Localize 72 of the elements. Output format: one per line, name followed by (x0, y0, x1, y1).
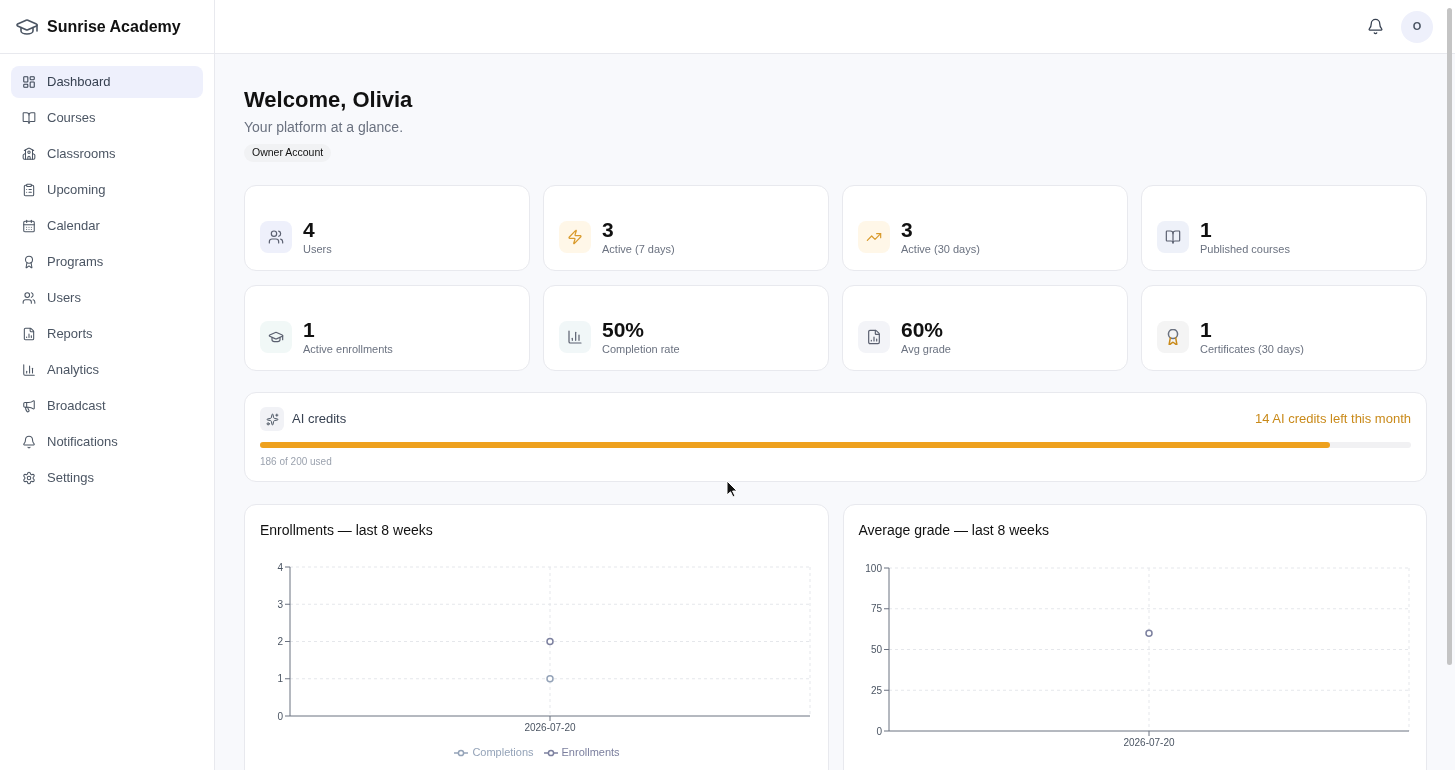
data-point (546, 637, 554, 646)
axis-tick-label: 75 (870, 603, 882, 615)
axis-tick-label: 0 (875, 725, 882, 737)
page-title: Welcome, Olivia (244, 86, 414, 114)
data-point (1144, 629, 1153, 638)
award-ribbon-icon (22, 255, 36, 269)
axis-date-label: 2026-07-20 (524, 722, 576, 734)
stat-label: Certificates (30 days) (1200, 342, 1304, 357)
stat-value: 60% (901, 318, 945, 343)
book-icon (22, 111, 36, 125)
axis-tick-label: 3 (277, 598, 283, 610)
dashboard-grid-icon (22, 75, 36, 89)
bell-icon (1366, 18, 1384, 35)
chart-title: Average grade — last 8 weeks (858, 521, 1050, 541)
nav-item[interactable]: Dashboard (11, 66, 203, 98)
axis-date-label: 2026-07-20 (1122, 737, 1175, 749)
nav-item[interactable]: Settings (11, 462, 203, 494)
stat-label: Completion rate (602, 342, 680, 357)
credits-remaining: 14 AI credits left this month (1254, 410, 1411, 429)
bell-icon (22, 435, 36, 449)
sparkles-icon (260, 407, 284, 432)
data-point (546, 675, 554, 683)
nav-item[interactable]: Upcoming (11, 174, 203, 206)
nav-item[interactable]: Users (11, 282, 203, 314)
settings-icon (22, 471, 36, 485)
axis-tick-label: 4 (277, 561, 283, 573)
axis-tick-label: 50 (870, 644, 882, 656)
megaphone-icon (22, 399, 36, 413)
axis-tick-label: 1 (277, 673, 283, 685)
file-chart-icon (22, 327, 36, 341)
account-badge: Owner Account (244, 144, 332, 162)
nav-item[interactable]: Analytics (11, 354, 203, 386)
stat-value: 3 (602, 218, 615, 243)
stat-label: Active (7 days) (602, 242, 675, 257)
stat-value: 4 (303, 218, 316, 243)
bar-chart-icon (22, 363, 36, 377)
stat-label: Active enrollments (303, 342, 393, 357)
legend-marker-icon (454, 748, 469, 757)
nav-item[interactable]: Notifications (11, 426, 203, 458)
nav-item[interactable]: Reports (11, 318, 203, 350)
stat-label: Users (303, 242, 332, 257)
user-avatar[interactable]: O (1401, 10, 1433, 43)
scrollbar-thumb[interactable] (1447, 8, 1452, 665)
stat-value: 50% (602, 318, 646, 343)
users-icon (22, 291, 36, 305)
page-subtitle: Your platform at a glance. (244, 118, 405, 136)
nav-item[interactable]: Broadcast (11, 390, 203, 422)
axis-tick-label: 2 (277, 636, 283, 648)
clipboard-icon (22, 183, 36, 197)
school-building-icon (22, 147, 36, 161)
nav-item[interactable]: Calendar (11, 210, 203, 242)
brand-name: Sunrise Academy (47, 16, 181, 37)
legend-label: Enrollments (561, 746, 620, 760)
nav-item[interactable]: Classrooms (11, 138, 203, 170)
stat-value: 1 (1200, 218, 1213, 243)
axis-tick-label: 0 (277, 710, 283, 722)
calendar-icon (22, 219, 36, 233)
stat-value: 1 (303, 318, 316, 343)
stat-label: Active (30 days) (901, 242, 980, 257)
legend-label: Completions (472, 746, 534, 760)
nav-item[interactable]: Courses (11, 102, 203, 134)
axis-tick-label: 25 (870, 684, 882, 696)
stat-value: 3 (901, 218, 914, 243)
credits-usage: 186 of 200 used (260, 455, 333, 469)
nav-item[interactable]: Programs (11, 246, 203, 278)
ai-credits-title: AI credits (292, 410, 347, 429)
stat-value: 1 (1200, 318, 1213, 343)
legend-marker-icon (543, 748, 558, 757)
chart-title: Enrollments — last 8 weeks (260, 521, 434, 541)
stat-label: Published courses (1200, 242, 1290, 257)
axis-tick-label: 100 (864, 562, 882, 574)
stat-label: Avg grade (901, 342, 951, 357)
